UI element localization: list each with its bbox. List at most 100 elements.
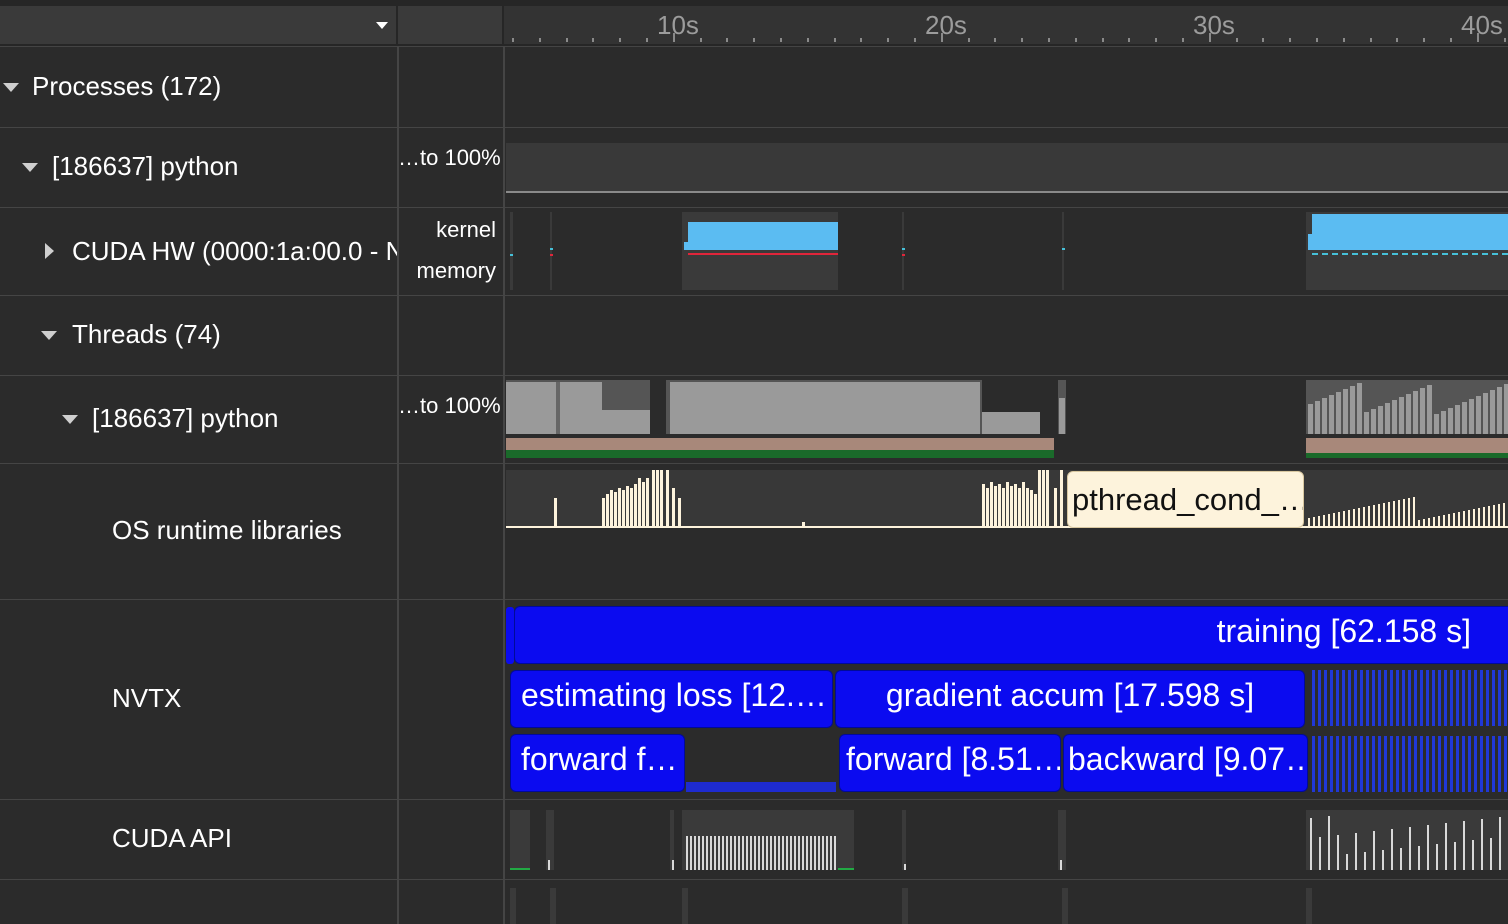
cuda-memory-line (1452, 253, 1458, 255)
row-label-cuda-api[interactable]: CUDA API (112, 823, 232, 854)
cuda-api-call (1060, 860, 1062, 870)
cuda-kernel-block (688, 222, 838, 250)
thread-cpu-track[interactable] (506, 380, 1508, 460)
os-runtime-call (1046, 470, 1049, 528)
os-runtime-call (1503, 503, 1505, 528)
row-label-python-thread[interactable]: [186637] python (92, 403, 279, 434)
cuda-api-track[interactable] (506, 806, 1508, 872)
row-filter-dropdown[interactable] (0, 6, 396, 44)
nvtx-child-ranges (1366, 736, 1369, 792)
os-runtime-call (1328, 514, 1330, 528)
cuda-api-call (1328, 816, 1330, 870)
nvtx-child-ranges (1354, 736, 1357, 792)
cuda-hw-track[interactable] (506, 212, 1508, 292)
nvtx-range-forward[interactable]: forward [8.51… (839, 734, 1061, 792)
thread-cpu-usage (1490, 390, 1495, 434)
nvtx-child-ranges (1390, 736, 1393, 792)
cuda-memory-line (1342, 253, 1348, 255)
bottom-track[interactable] (506, 884, 1508, 924)
cuda-api-call (1481, 819, 1483, 870)
nvtx-child-ranges (1384, 670, 1387, 726)
os-runtime-event-pthread-cond[interactable]: pthread_cond_… (1067, 471, 1304, 528)
nvtx-child-ranges (1408, 670, 1411, 726)
row-label-processes[interactable]: Processes (172) (32, 71, 221, 102)
column-divider[interactable] (503, 46, 505, 924)
cuda-api-call (730, 836, 732, 870)
thread-cpu-usage (670, 382, 980, 434)
cuda-hw-kernel-label: kernel (436, 217, 496, 242)
cuda-api-call (904, 864, 906, 870)
cuda-api-call (1454, 842, 1456, 870)
cuda-api-call (758, 836, 760, 870)
collapse-triangle-icon[interactable] (41, 331, 57, 340)
thread-state-running (506, 450, 1054, 458)
nvtx-child-ranges (1360, 736, 1363, 792)
cuda-api-sync (510, 868, 530, 870)
row-label-cuda-hw[interactable]: CUDA HW (0000:1a:00.0 - NVIDIA (72, 236, 397, 267)
nvtx-range-gradient-accum[interactable]: gradient accum [17.598 s] (835, 670, 1305, 728)
cuda-api-call (786, 836, 788, 870)
row-label-os-runtime[interactable]: OS runtime libraries (112, 515, 342, 546)
nvtx-child-ranges (1450, 670, 1453, 726)
cuda-memory-line (1432, 253, 1438, 255)
nvtx-child-ranges (1438, 670, 1441, 726)
ruler-tick (1128, 38, 1131, 42)
row-label-nvtx[interactable]: NVTX (112, 683, 181, 714)
cuda-api-call (706, 836, 708, 870)
os-runtime-call (1478, 508, 1480, 528)
cuda-api-call (782, 836, 784, 870)
nvtx-range-training[interactable]: training [62.158 s] (514, 606, 1508, 664)
row-label-threads[interactable]: Threads (74) (72, 319, 221, 350)
track-stub (510, 888, 516, 924)
column-divider[interactable] (397, 46, 399, 924)
os-runtime-call (646, 478, 649, 528)
cuda-memory-line (1412, 253, 1418, 255)
time-ruler[interactable] (504, 6, 1508, 44)
nvtx-child-ranges (1330, 670, 1333, 726)
nvtx-range-forward-f[interactable]: forward f… (510, 734, 685, 792)
os-runtime-call (1498, 504, 1500, 528)
cuda-api-call (814, 836, 816, 870)
thread-cpu-usage (1427, 385, 1432, 434)
thread-cpu-usage (982, 412, 1040, 434)
nvtx-child-ranges (1438, 736, 1441, 792)
nvtx-range-estimating-loss[interactable]: estimating loss [12.… (510, 670, 833, 728)
nvtx-range-small[interactable] (506, 607, 514, 664)
cuda-memory-line (1382, 253, 1388, 255)
nvtx-child-ranges (1486, 670, 1489, 726)
collapse-triangle-icon[interactable] (3, 83, 19, 92)
cuda-api-call (726, 836, 728, 870)
collapse-triangle-icon[interactable] (62, 415, 78, 424)
os-runtime-call (1308, 518, 1310, 528)
nvtx-child-ranges (1312, 670, 1315, 726)
chevron-down-icon[interactable] (376, 22, 388, 29)
nvtx-child-ranges (1366, 670, 1369, 726)
os-runtime-call (1038, 470, 1041, 528)
ruler-tick (1396, 38, 1399, 42)
nvtx-range-backward[interactable]: backward [9.07… (1063, 734, 1308, 792)
cuda-memory-line (1392, 253, 1398, 255)
collapse-triangle-icon[interactable] (22, 163, 38, 172)
cuda-memory-line (1442, 253, 1448, 255)
nvtx-child-ranges (1426, 670, 1429, 726)
os-runtime-call (634, 484, 637, 528)
thread-cpu-usage (1448, 408, 1453, 434)
cuda-api-call (734, 836, 736, 870)
cuda-memory-line (1332, 253, 1338, 255)
cuda-api-region (902, 810, 906, 870)
thread-cpu-usage (1406, 394, 1411, 434)
nvtx-child-ranges (1456, 670, 1459, 726)
nvtx-child-ranges (1402, 670, 1405, 726)
ruler-tick (1048, 38, 1050, 42)
thread-cpu-usage (1413, 391, 1418, 434)
nvtx-child-ranges (1336, 670, 1339, 726)
expand-triangle-icon[interactable] (45, 243, 54, 259)
cuda-memory-mark (550, 254, 553, 256)
os-runtime-call (1030, 490, 1033, 528)
nvtx-child-ranges (1378, 736, 1381, 792)
nvtx-child-ranges (1462, 670, 1465, 726)
row-label-python-process[interactable]: [186637] python (52, 151, 239, 182)
os-runtime-track[interactable] (506, 468, 1508, 532)
process-cpu-band[interactable] (506, 143, 1508, 191)
nvtx-child-ranges (1372, 736, 1375, 792)
